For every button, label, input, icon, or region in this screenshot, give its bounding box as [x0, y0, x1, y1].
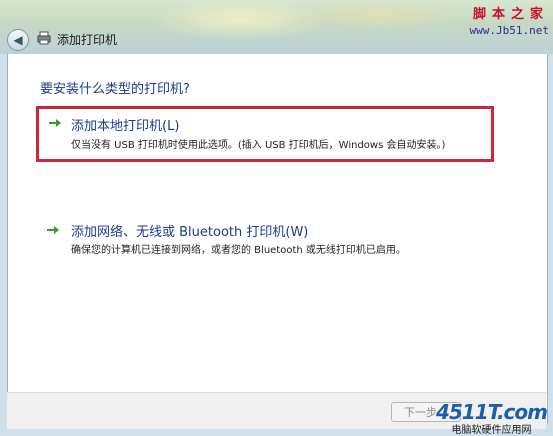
option-title: 添加本地打印机(L)	[71, 119, 180, 134]
option-description: 确保您的计算机已连接到网络，或者您的 Bluetooth 或无线打印机已启用。	[71, 245, 406, 256]
back-button[interactable]: ◀	[7, 29, 29, 51]
green-arrow-icon	[49, 119, 61, 127]
back-arrow-icon: ◀	[13, 33, 23, 47]
option-title: 添加网络、无线或 Bluetooth 打印机(W)	[71, 225, 309, 240]
watermark-top-line2: www.Jb51.net	[469, 24, 549, 37]
watermark-top-line1: 脚本之家	[472, 7, 549, 22]
page-heading: 要安装什么类型的打印机?	[40, 82, 190, 97]
window-title: 添加打印机	[57, 33, 118, 47]
option-description: 仅当没有 USB 打印机时使用此选项。(插入 USB 打印机后，Windows …	[71, 140, 446, 151]
printer-icon	[37, 31, 51, 45]
option-add-local-printer[interactable]: 添加本地打印机(L) 仅当没有 USB 打印机时使用此选项。(插入 USB 打印…	[36, 106, 494, 162]
aero-glow	[300, 0, 460, 30]
wizard-content: 要安装什么类型的打印机? 添加本地打印机(L) 仅当没有 USB 打印机时使用此…	[7, 54, 548, 424]
watermark-top: 脚本之家 www.Jb51.net	[470, 3, 549, 37]
watermark-tagline: 电脑软硬件应用网	[451, 425, 532, 436]
green-arrow-icon	[47, 226, 59, 234]
option-add-network-printer[interactable]: 添加网络、无线或 Bluetooth 打印机(W) 确保您的计算机已连接到网络，…	[36, 221, 494, 261]
watermark-bottom: 4511T.com 电脑软硬件应用网	[436, 400, 548, 436]
title-bar: ◀ 添加打印机 脚本之家 www.Jb51.net	[0, 0, 553, 54]
